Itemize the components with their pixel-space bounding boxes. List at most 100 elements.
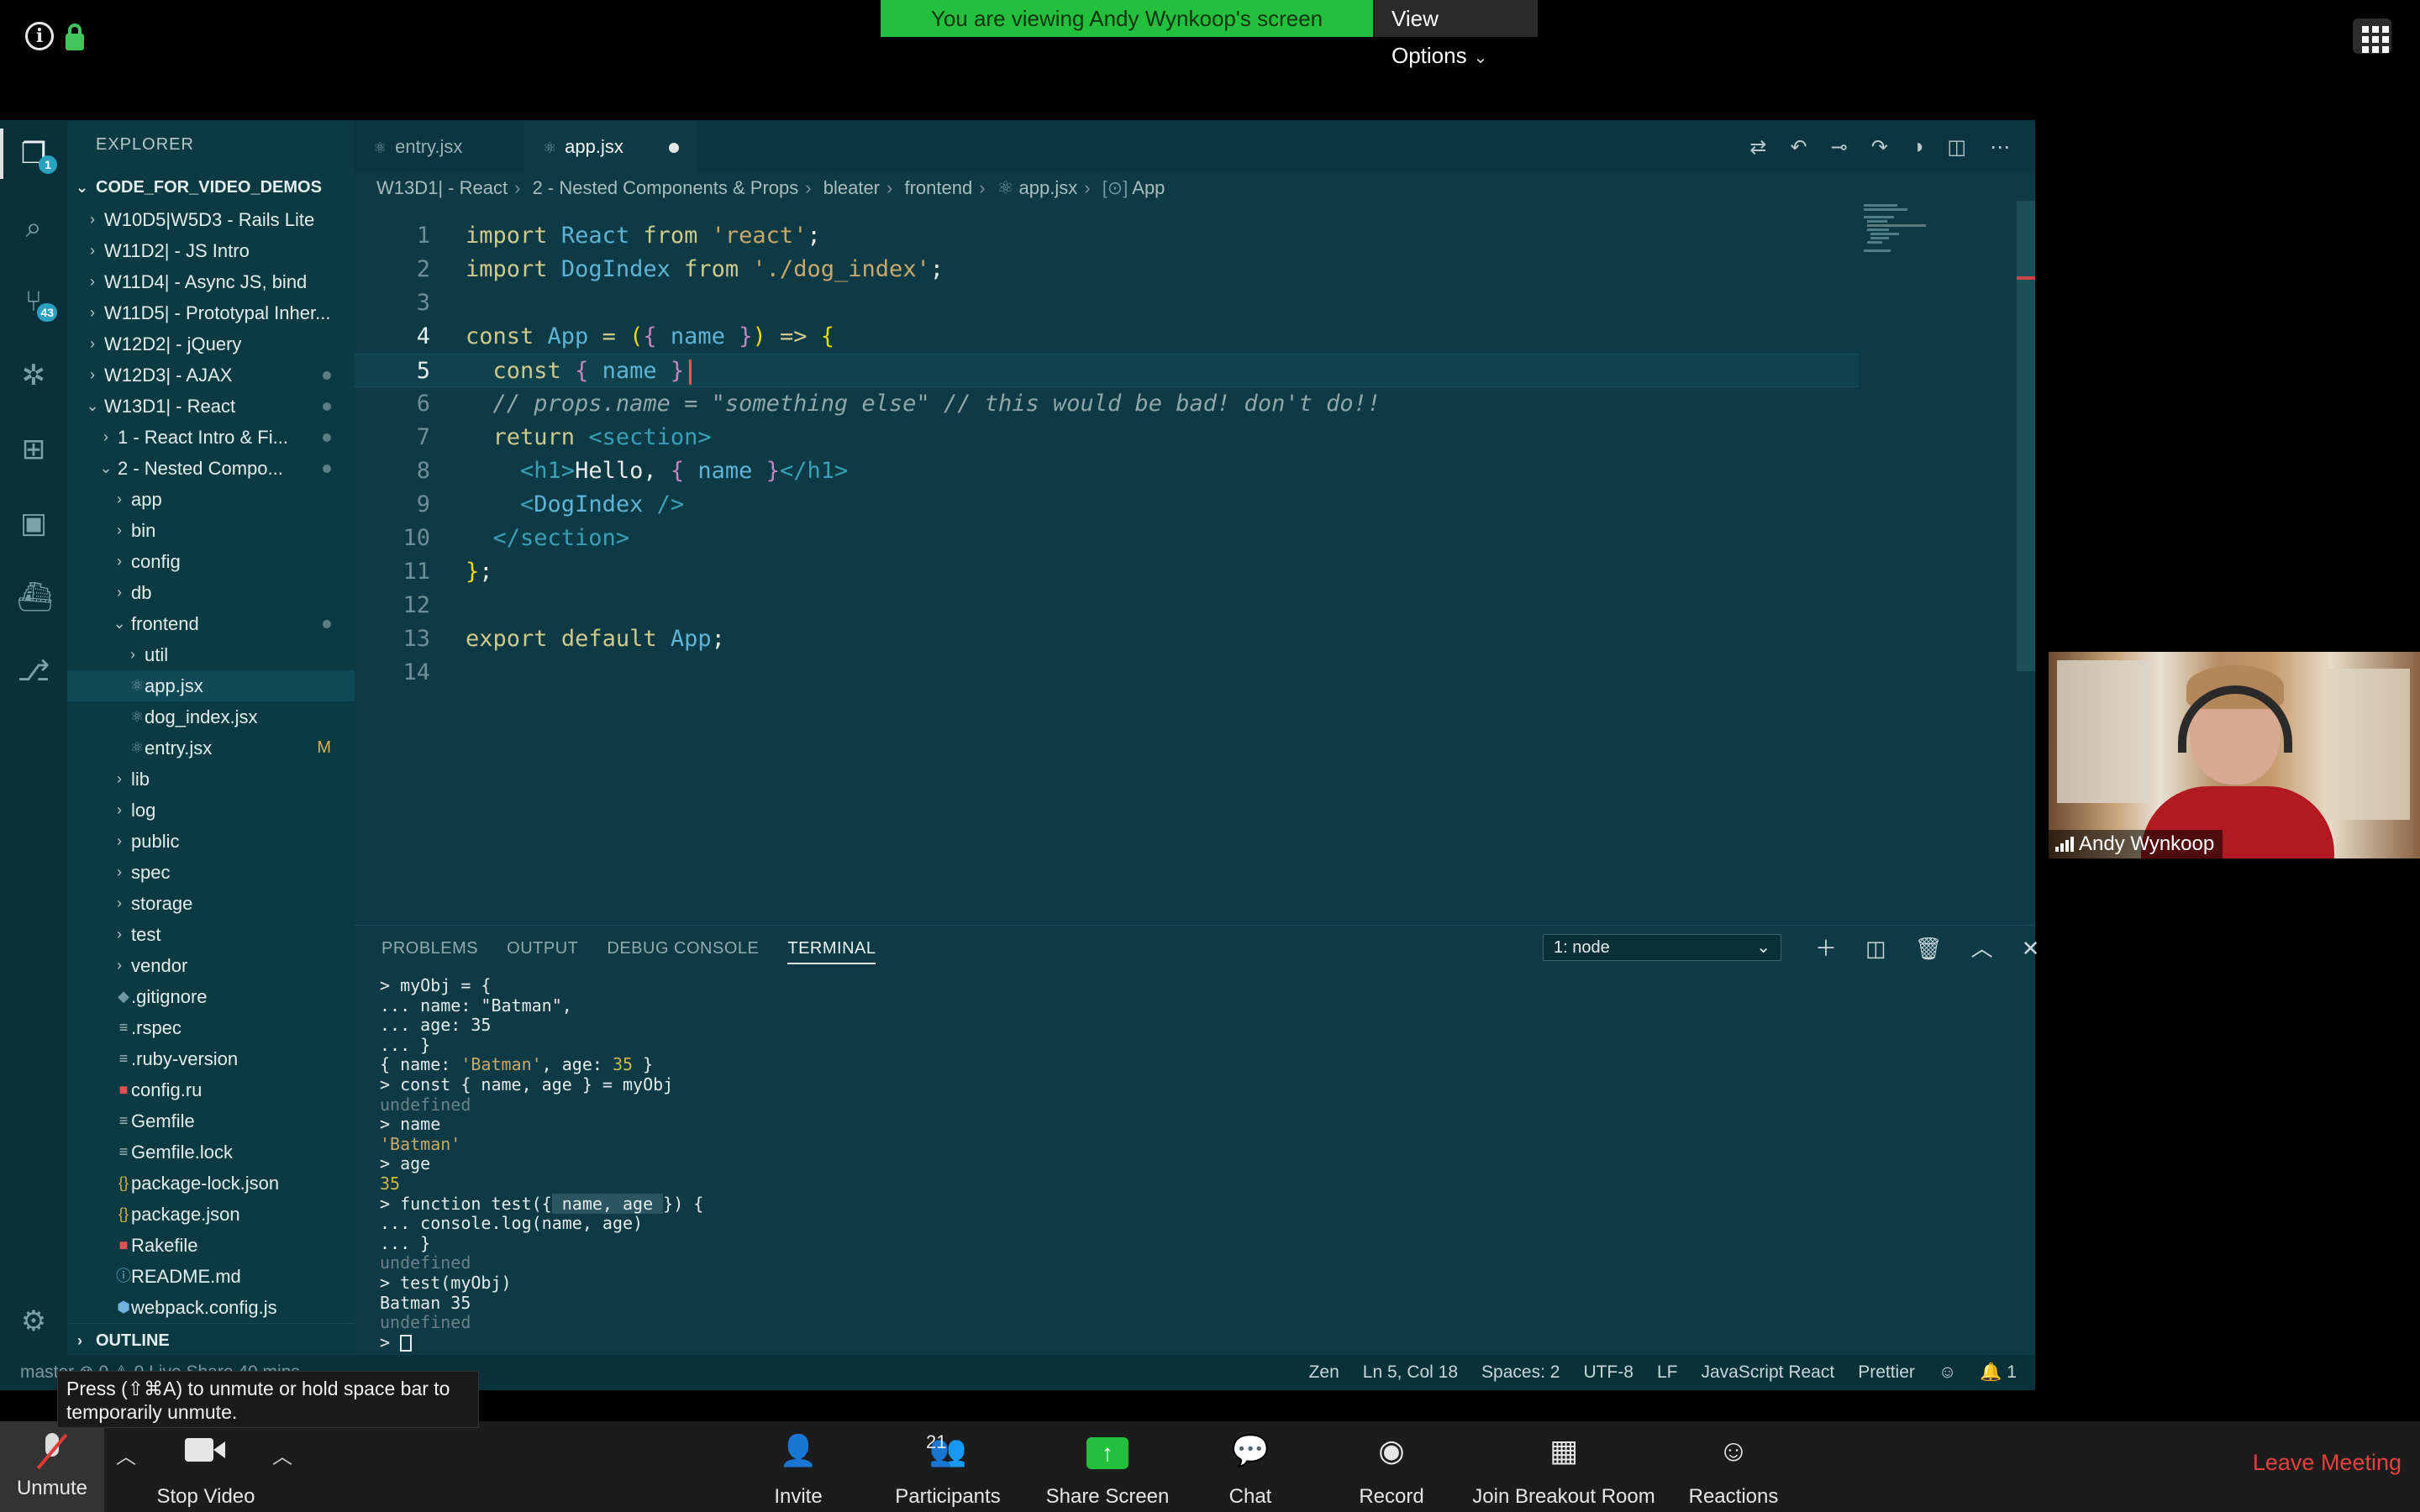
- terminal-output[interactable]: > myObj = {... name: "Batman",... age: 3…: [380, 975, 1976, 1352]
- folder-item[interactable]: › spec: [67, 857, 355, 888]
- chat-button[interactable]: 💬 Chat: [1215, 1433, 1286, 1509]
- code-line[interactable]: 6 // props.name = "something else" // th…: [355, 387, 1859, 421]
- split-terminal-icon[interactable]: ◫: [1865, 934, 1886, 963]
- share-screen-button[interactable]: ↑ Share Screen: [1040, 1433, 1175, 1509]
- folder-item[interactable]: › W11D2| - JS Intro: [67, 235, 355, 266]
- tab-terminal[interactable]: TERMINAL: [787, 926, 876, 971]
- gear-icon[interactable]: ⚙: [17, 1305, 50, 1338]
- code-line[interactable]: 12: [355, 589, 1859, 622]
- reactions-button[interactable]: ☺ Reactions: [1684, 1433, 1783, 1509]
- status-prettier[interactable]: Prettier: [1858, 1355, 1915, 1390]
- file-item[interactable]: ≡ Gemfile.lock: [67, 1137, 355, 1168]
- status-language[interactable]: JavaScript React: [1701, 1355, 1834, 1390]
- code-line[interactable]: 14: [355, 656, 1859, 690]
- folder-item[interactable]: › vendor: [67, 950, 355, 981]
- unsaved-dot-icon[interactable]: [669, 143, 679, 153]
- status-eol[interactable]: LF: [1657, 1355, 1678, 1390]
- terminal-select[interactable]: 1: node ⌄: [1543, 934, 1781, 961]
- code-line[interactable]: 7 return <section>: [355, 421, 1859, 454]
- tab-debug-console[interactable]: DEBUG CONSOLE: [607, 926, 759, 971]
- breadcrumb-item[interactable]: bleater: [823, 177, 880, 198]
- split-editor-icon[interactable]: ◫: [1947, 135, 1966, 160]
- explorer-icon[interactable]: ❐ 1: [17, 137, 57, 174]
- file-item[interactable]: ⚛ entry.jsx M: [67, 732, 355, 764]
- invite-button[interactable]: 👤 Invite: [765, 1433, 832, 1509]
- tab-entry-jsx[interactable]: ⚛ entry.jsx: [355, 120, 523, 174]
- docker-icon[interactable]: ⛴: [17, 580, 53, 614]
- breadcrumb-item[interactable]: App: [1132, 177, 1165, 198]
- tab-problems[interactable]: PROBLEMS: [381, 926, 478, 971]
- code-line[interactable]: 11};: [355, 555, 1859, 589]
- status-cursor-position[interactable]: Ln 5, Col 18: [1363, 1355, 1458, 1390]
- folder-item[interactable]: › bin: [67, 515, 355, 546]
- trash-icon[interactable]: 🗑: [1915, 934, 1943, 963]
- go-forward-icon[interactable]: ↷: [1871, 135, 1888, 160]
- code-line[interactable]: 2 import DogIndex from './dog_index';: [355, 253, 1859, 286]
- code-editor[interactable]: 1 import React from 'react'; 2 import DogIn…: [355, 202, 2017, 925]
- search-icon[interactable]: ⌕: [17, 211, 50, 244]
- code-line[interactable]: 13 export default App;: [355, 622, 1859, 656]
- lock-icon[interactable]: [66, 22, 84, 50]
- audio-options-caret-icon[interactable]: ︿: [116, 1440, 136, 1469]
- folder-item[interactable]: › app: [67, 484, 355, 515]
- feedback-icon[interactable]: ☺: [1939, 1355, 1956, 1390]
- extensions-icon[interactable]: ⊞: [17, 433, 50, 466]
- folder-item[interactable]: › test: [67, 919, 355, 950]
- folder-item[interactable]: › db: [67, 577, 355, 608]
- apps-grid-icon[interactable]: [2353, 18, 2391, 54]
- breadcrumb-item[interactable]: frontend: [904, 177, 972, 198]
- folder-item[interactable]: › W12D2| - jQuery: [67, 328, 355, 360]
- source-control-icon[interactable]: ⑂ 43: [17, 285, 57, 322]
- tab-app-jsx[interactable]: ⚛ app.jsx: [524, 120, 697, 174]
- video-options-caret-icon[interactable]: ︿: [272, 1440, 292, 1469]
- file-item[interactable]: ◆ .gitignore: [67, 981, 355, 1012]
- folder-item[interactable]: › W11D4| - Async JS, bind: [67, 266, 355, 297]
- unmute-button[interactable]: Unmute: [0, 1421, 104, 1512]
- breadcrumb-item[interactable]: W13D1| - React: [376, 177, 508, 198]
- close-icon[interactable]: ✕: [2022, 934, 2040, 963]
- folder-item[interactable]: › util: [67, 639, 355, 670]
- breadcrumb-item[interactable]: 2 - Nested Components & Props: [533, 177, 799, 198]
- workspace-root[interactable]: ⌄ CODE_FOR_VIDEO_DEMOS: [67, 171, 355, 204]
- folder-item[interactable]: › W11D5| - Prototypal Inher...: [67, 297, 355, 328]
- folder-item[interactable]: ⌄ 2 - Nested Compo...: [67, 453, 355, 484]
- chevron-up-icon[interactable]: ︿: [1971, 934, 1993, 963]
- join-breakout-room-button[interactable]: ▦ Join Breakout Room: [1465, 1433, 1662, 1509]
- file-item[interactable]: ≡ .rspec: [67, 1012, 355, 1043]
- notifications-bell-icon[interactable]: 🔔 1: [1980, 1355, 2017, 1390]
- breadcrumb-item[interactable]: app.jsx: [1019, 177, 1078, 198]
- live-share-icon[interactable]: ◑: [1912, 135, 1924, 159]
- file-item[interactable]: ≡ Gemfile: [67, 1105, 355, 1137]
- view-options-button[interactable]: View Options ⌄: [1375, 0, 1538, 68]
- timeline-icon[interactable]: ⊸: [1831, 135, 1848, 160]
- folder-item[interactable]: › 1 - React Intro & Fi...: [67, 422, 355, 453]
- folder-item[interactable]: › config: [67, 546, 355, 577]
- code-line[interactable]: 10 </section>: [355, 522, 1859, 555]
- code-line[interactable]: 9 <DogIndex />: [355, 488, 1859, 522]
- git-graph-icon[interactable]: ⎇: [17, 654, 50, 688]
- folder-item[interactable]: › W12D3| - AJAX: [67, 360, 355, 391]
- record-button[interactable]: ◉ Record: [1348, 1433, 1435, 1509]
- code-line[interactable]: 3: [355, 286, 1859, 320]
- folder-item[interactable]: › storage: [67, 888, 355, 919]
- folder-item[interactable]: › public: [67, 826, 355, 857]
- status-zen[interactable]: Zen: [1309, 1355, 1339, 1390]
- status-encoding[interactable]: UTF-8: [1583, 1355, 1634, 1390]
- folder-item[interactable]: › log: [67, 795, 355, 826]
- participants-button[interactable]: 👥 21 Participants: [872, 1431, 1023, 1509]
- editor-scrollbar[interactable]: [2017, 201, 2035, 671]
- code-line[interactable]: 4 const App = ({ name }) => {: [355, 320, 1859, 354]
- leave-meeting-button[interactable]: Leave Meeting: [2253, 1450, 2402, 1476]
- stop-video-button[interactable]: Stop Video: [151, 1433, 260, 1509]
- file-item[interactable]: {} package.json: [67, 1199, 355, 1230]
- code-line[interactable]: 8 <h1>Hello, { name }</h1>: [355, 454, 1859, 488]
- minimap[interactable]: [1864, 204, 1931, 255]
- new-terminal-icon[interactable]: ＋: [1815, 934, 1837, 963]
- file-item[interactable]: ■ config.ru: [67, 1074, 355, 1105]
- folder-item[interactable]: › lib: [67, 764, 355, 795]
- file-item[interactable]: ⬢ webpack.config.js: [67, 1292, 355, 1323]
- folder-item[interactable]: › W10D5|W5D3 - Rails Lite: [67, 204, 355, 235]
- folder-item[interactable]: ⌄ W13D1| - React: [67, 391, 355, 422]
- remote-icon[interactable]: ▣: [17, 507, 50, 540]
- debug-icon[interactable]: ✲: [17, 359, 50, 392]
